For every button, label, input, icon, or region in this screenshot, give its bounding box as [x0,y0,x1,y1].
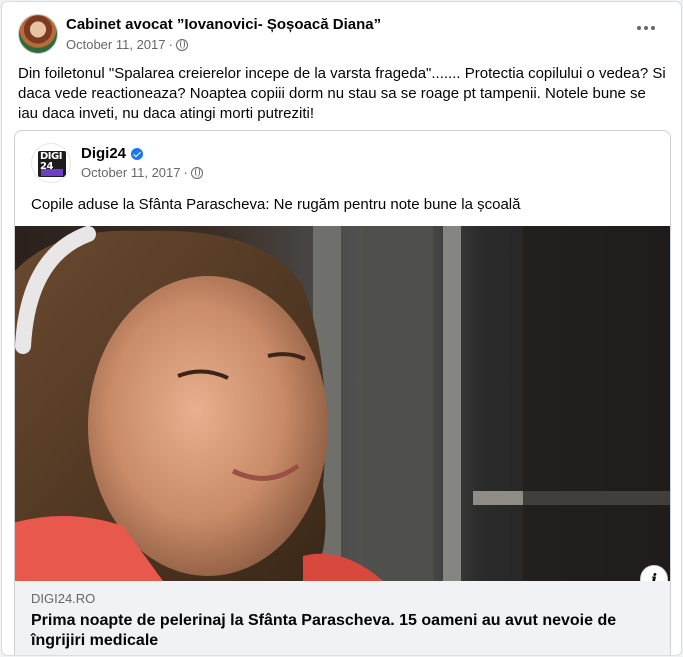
post-meta: October 11, 2017 · [66,37,188,52]
author-name[interactable]: Cabinet avocat ”Iovanovici- Șoșoacă Dian… [66,16,381,33]
meta-separator: · [168,37,173,52]
girl-photo [15,226,670,581]
post-timestamp[interactable]: October 11, 2017 [66,37,166,52]
author-avatar[interactable] [18,14,58,54]
globe-icon [175,38,188,51]
globe-icon [190,166,203,179]
post-card: Cabinet avocat ”Iovanovici- Șoșoacă Dian… [1,1,682,656]
more-options-icon[interactable] [637,26,655,30]
shared-post-meta: October 11, 2017 · [81,165,203,180]
shared-timestamp[interactable]: October 11, 2017 [81,165,181,180]
shared-post-header: DIGI 24 Digi24 October 11, 2017 · [31,143,631,183]
link-domain: DIGI24.RO [31,591,96,606]
link-preview-footer[interactable]: DIGI24.RO Prima noapte de pelerinaj la S… [15,581,670,655]
meta-separator: · [183,165,188,180]
post-header: Cabinet avocat ”Iovanovici- Șoșoacă Dian… [18,14,665,56]
link-title[interactable]: Prima noapte de pelerinaj la Sfânta Para… [31,611,651,651]
verified-badge-icon [131,147,144,160]
post-text: Din foiletonul "Spalarea creierelor ince… [18,65,666,122]
shared-post[interactable]: DIGI 24 Digi24 October 11, 2017 · Copile … [14,130,671,655]
link-preview-image[interactable]: i [15,226,670,581]
digi24-logo[interactable]: DIGI 24 [31,143,71,183]
shared-page-name-row: Digi24 [81,145,144,162]
shared-page-name[interactable]: Digi24 [81,145,126,162]
shared-post-text: Copile aduse la Sfânta Parascheva: Ne ru… [31,196,521,213]
